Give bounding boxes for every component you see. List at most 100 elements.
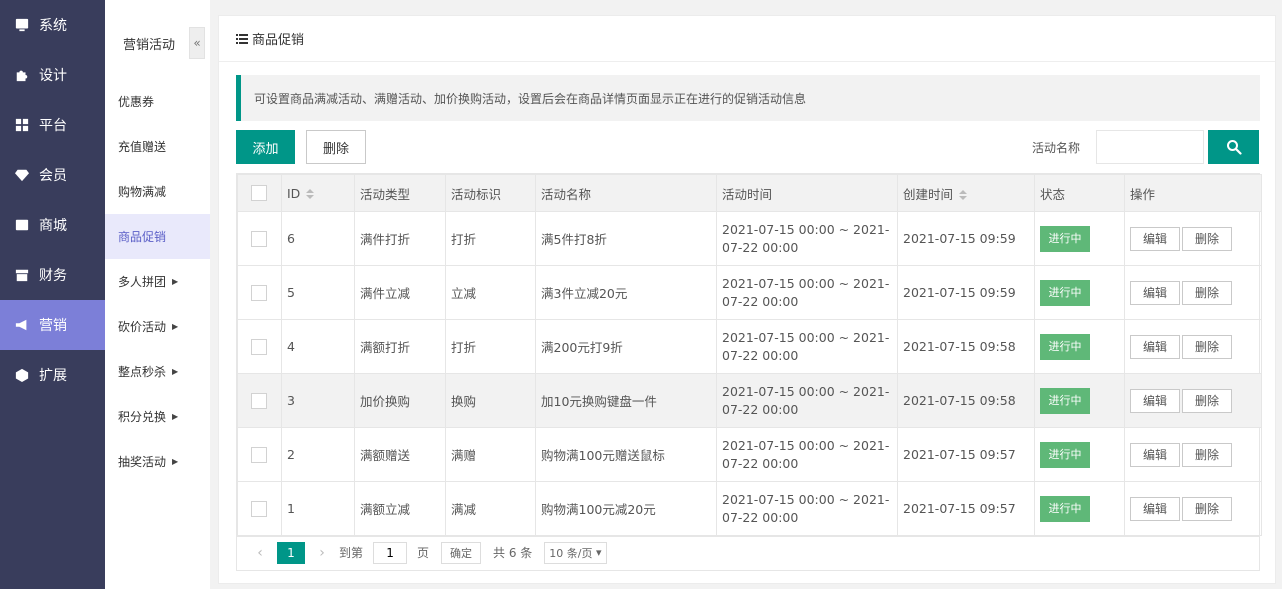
- chevron-down-icon: ▾: [596, 546, 602, 559]
- submenu-item-7[interactable]: 积分兑换 ▶: [105, 394, 210, 439]
- tag-cell: 换购: [445, 373, 536, 428]
- sort-icon[interactable]: [306, 189, 315, 199]
- sidebar-item-2[interactable]: 平台: [0, 100, 105, 150]
- submenu-item-2[interactable]: 购物满减: [105, 169, 210, 214]
- select-cell: [237, 481, 282, 536]
- edit-button[interactable]: 编辑: [1130, 280, 1180, 305]
- action-cell: 编辑 删除: [1124, 427, 1262, 482]
- grid-icon: [14, 117, 30, 133]
- current-page-button[interactable]: 1: [277, 541, 305, 564]
- submenu-item-5[interactable]: 砍价活动 ▶: [105, 304, 210, 349]
- status-badge: 进行中: [1040, 387, 1090, 414]
- status-badge: 进行中: [1040, 225, 1090, 252]
- sidebar-item-label: 平台: [39, 118, 67, 134]
- created-cell: 2021-07-15 09:58: [897, 373, 1035, 428]
- goto-confirm-button[interactable]: 确定: [441, 541, 482, 564]
- type-cell: 满额立减: [354, 481, 446, 536]
- select-cell: [237, 373, 282, 428]
- action-cell: 编辑 删除: [1124, 373, 1262, 428]
- row-delete-button[interactable]: 删除: [1182, 442, 1232, 467]
- page-number-input[interactable]: [373, 541, 408, 564]
- notice-banner: 可设置商品满减活动、满赠活动、加价换购活动，设置后会在商品详情页面显示正在进行的…: [236, 75, 1260, 121]
- submenu-item-6[interactable]: 整点秒杀 ▶: [105, 349, 210, 394]
- sidebar-item-1[interactable]: 设计: [0, 50, 105, 100]
- name-cell: 购物满100元赠送鼠标: [535, 427, 717, 482]
- id-cell: 3: [281, 373, 355, 428]
- type-cell: 加价换购: [354, 373, 446, 428]
- sidebar-item-label: 扩展: [39, 368, 67, 384]
- row-delete-button[interactable]: 删除: [1182, 388, 1232, 413]
- edit-button[interactable]: 编辑: [1130, 334, 1180, 359]
- select-cell: [237, 211, 282, 266]
- submenu-item-3[interactable]: 商品促销: [105, 214, 210, 259]
- main-panel: 商品促销 可设置商品满减活动、满赠活动、加价换购活动，设置后会在商品详情页面显示…: [218, 15, 1276, 584]
- action-cell: 编辑 删除: [1124, 319, 1262, 374]
- search-label: 活动名称: [1032, 141, 1081, 155]
- row-checkbox[interactable]: [251, 338, 267, 355]
- caret-right-icon: ▶: [172, 412, 179, 421]
- row-checkbox[interactable]: [251, 284, 267, 301]
- id-cell: 4: [281, 319, 355, 374]
- add-button[interactable]: 添加: [236, 130, 295, 164]
- prev-page-button[interactable]: ‹: [249, 545, 271, 561]
- goto-label: 到第: [339, 546, 364, 560]
- row-checkbox[interactable]: [251, 230, 267, 247]
- sidebar-item-label: 营销: [39, 318, 67, 334]
- sidebar-item-3[interactable]: 会员: [0, 150, 105, 200]
- next-page-button[interactable]: ›: [311, 545, 333, 561]
- sort-icon[interactable]: [959, 190, 968, 200]
- table-row: 6 满件打折 打折 满5件打8折 2021-07-15 00:00 ~ 2021-07-…: [237, 211, 1262, 266]
- action-cell: 编辑 删除: [1124, 211, 1262, 266]
- megaphone-icon: [14, 317, 30, 333]
- time-cell: 2021-07-15 00:00 ~ 2021-07-22 00:00: [716, 481, 898, 536]
- search-button[interactable]: [1208, 130, 1259, 164]
- total-count: 共 6 条: [493, 546, 533, 560]
- sidebar-item-5[interactable]: 财务: [0, 250, 105, 300]
- edit-button[interactable]: 编辑: [1130, 388, 1180, 413]
- row-delete-button[interactable]: 删除: [1182, 334, 1232, 359]
- promotion-table: ID 活动类型 活动标识 活动名称 活动时间 创建时间 状态 操作 6 满件打折打…: [236, 173, 1262, 537]
- table-row: 2 满额赠送 满赠 购物满100元赠送鼠标 2021-07-15 00:00 ~ 202…: [237, 427, 1262, 482]
- sidebar-item-4[interactable]: 商城: [0, 200, 105, 250]
- row-delete-button[interactable]: 删除: [1182, 496, 1232, 521]
- search-input[interactable]: [1096, 130, 1204, 164]
- sidebar-item-6[interactable]: 营销: [0, 300, 105, 350]
- row-checkbox[interactable]: [251, 446, 267, 463]
- delete-button[interactable]: 删除: [306, 130, 366, 164]
- row-delete-button[interactable]: 删除: [1182, 280, 1232, 305]
- status-cell: 进行中: [1034, 211, 1125, 266]
- submenu-item-label: 抽奖活动: [118, 455, 167, 469]
- table-row: 4 满额打折 打折 满200元打9折 2021-07-15 00:00 ~ 2021-0…: [237, 319, 1262, 374]
- collapse-sidebar-button[interactable]: «: [189, 27, 205, 59]
- type-header: 活动类型: [354, 174, 446, 212]
- table-row: 5 满件立减 立减 满3件立减20元 2021-07-15 00:00 ~ 2021-0…: [237, 265, 1262, 320]
- archive-icon: [14, 267, 30, 283]
- edit-button[interactable]: 编辑: [1130, 226, 1180, 251]
- type-cell: 满额赠送: [354, 427, 446, 482]
- sidebar-item-0[interactable]: 系统: [0, 0, 105, 50]
- submenu-item-label: 多人拼团: [118, 275, 167, 289]
- submenu-title: 营销活动: [123, 38, 176, 53]
- row-checkbox[interactable]: [251, 500, 267, 517]
- row-delete-button[interactable]: 删除: [1182, 226, 1232, 251]
- row-checkbox[interactable]: [251, 392, 267, 409]
- submenu-item-0[interactable]: 优惠券: [105, 79, 210, 124]
- submenu-item-label: 积分兑换: [118, 410, 167, 424]
- sidebar-item-7[interactable]: 扩展: [0, 350, 105, 400]
- status-cell: 进行中: [1034, 481, 1125, 536]
- select-all-checkbox[interactable]: [251, 185, 267, 202]
- name-cell: 满200元打9折: [535, 319, 717, 374]
- id-cell: 2: [281, 427, 355, 482]
- type-cell: 满件立减: [354, 265, 446, 320]
- created-header[interactable]: 创建时间: [897, 174, 1035, 212]
- id-header[interactable]: ID: [281, 174, 355, 212]
- time-cell: 2021-07-15 00:00 ~ 2021-07-22 00:00: [716, 211, 898, 266]
- cube-icon: [14, 367, 30, 383]
- submenu-item-8[interactable]: 抽奖活动 ▶: [105, 439, 210, 484]
- page-size-select[interactable]: 10 条/页 ▾: [544, 541, 607, 564]
- edit-button[interactable]: 编辑: [1130, 496, 1180, 521]
- main-sidebar: 系统 设计平台会员 商城 财务营销扩展: [0, 0, 105, 589]
- edit-button[interactable]: 编辑: [1130, 442, 1180, 467]
- submenu-item-4[interactable]: 多人拼团 ▶: [105, 259, 210, 304]
- submenu-item-1[interactable]: 充值赠送: [105, 124, 210, 169]
